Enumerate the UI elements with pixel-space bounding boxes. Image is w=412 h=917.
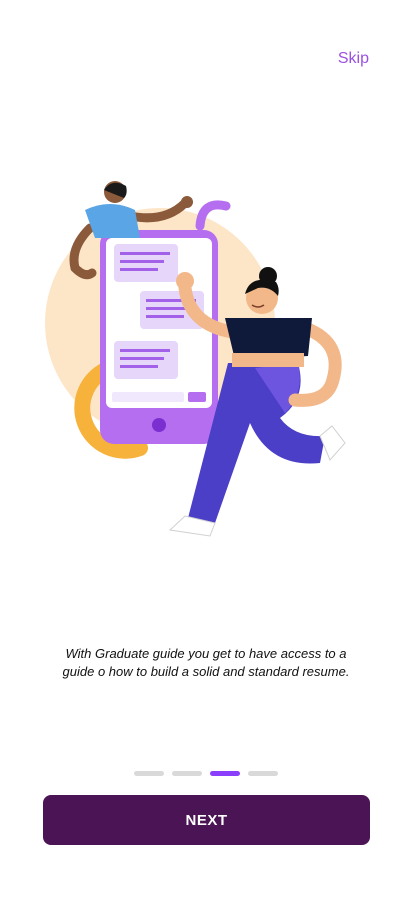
onboarding-caption: With Graduate guide you get to have acce… xyxy=(30,645,382,681)
skip-button[interactable]: Skip xyxy=(338,50,369,68)
page-indicator-3-active xyxy=(210,771,240,776)
onboarding-screen: Skip With Graduate guide you get to have… xyxy=(0,0,412,917)
next-button[interactable]: NEXT xyxy=(43,795,370,845)
page-indicator xyxy=(0,771,412,776)
page-indicator-2 xyxy=(172,771,202,776)
caption-line-2: guide o how to build a solid and standar… xyxy=(62,664,350,679)
onboarding-illustration xyxy=(45,181,346,537)
phone-illustration xyxy=(100,230,218,444)
page-indicator-1 xyxy=(134,771,164,776)
page-indicator-4 xyxy=(248,771,278,776)
caption-line-1: With Graduate guide you get to have acce… xyxy=(65,646,347,661)
